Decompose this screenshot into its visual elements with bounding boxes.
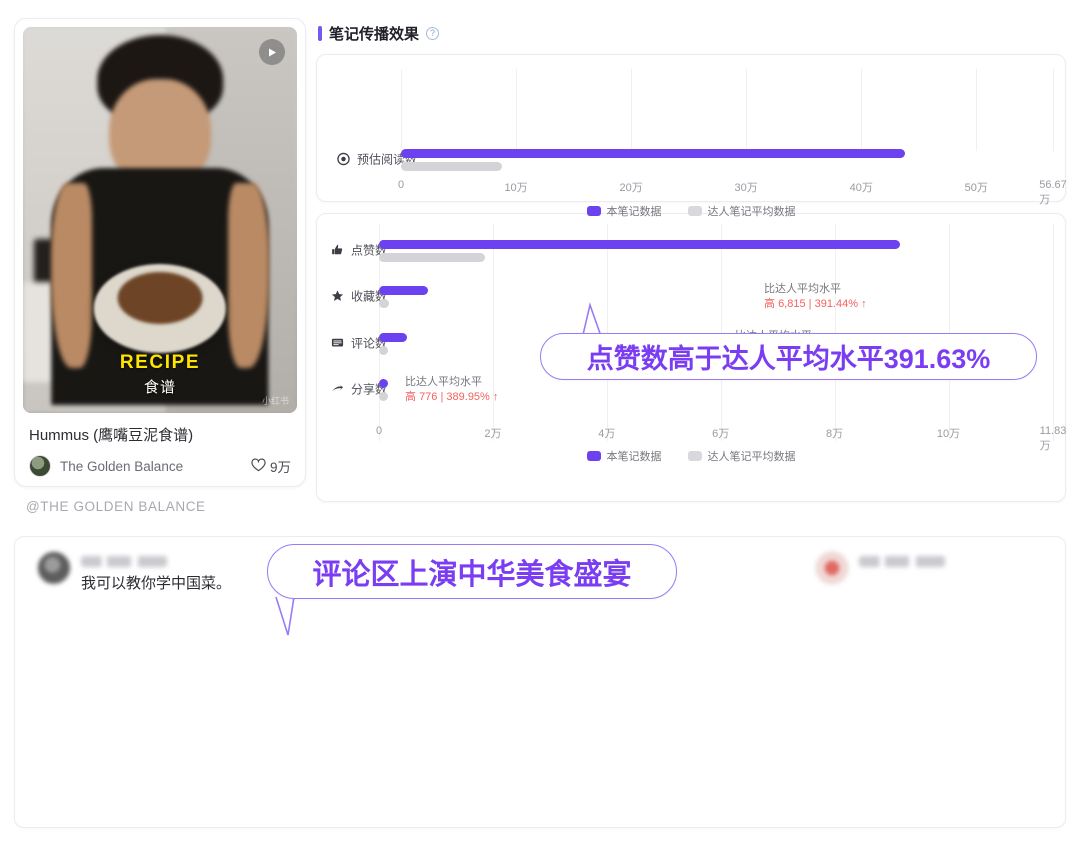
question-circle-icon[interactable]: ? [426, 26, 440, 40]
legend-swatch-avg [687, 451, 702, 461]
bar-main-reads [401, 149, 905, 158]
chart-callout-bubble: 点赞数高于达人平均水平391.63% [540, 333, 1037, 380]
star-icon [331, 290, 344, 303]
reads-chart-body: 预估阅读数 比达人平均水平 高 34.88万 | 400.00% ↑ 0 10万 [317, 55, 1067, 218]
overlay-recipe-text: RECIPE [119, 352, 201, 373]
annotation-collects: 比达人平均水平 高 6,815 | 391.44% ↑ [764, 282, 867, 312]
comment-text: 我可以教你学中国菜。 [81, 575, 232, 592]
screenshot-root: RECIPE 食谱 小红书 Hummus (鹰嘴豆泥食谱) The Golden… [0, 0, 1080, 842]
video-thumbnail[interactable]: RECIPE 食谱 小红书 [23, 27, 297, 413]
like-stat: 9万 [251, 456, 291, 476]
overlay-subtitle-text: 食谱 [143, 379, 176, 396]
avatar[interactable] [29, 455, 51, 477]
title-accent-bar [318, 25, 322, 41]
author-name[interactable]: The Golden Balance [60, 459, 251, 474]
like-count: 9万 [269, 460, 291, 475]
bar-avg-collects [379, 299, 389, 308]
bar-main-shares [379, 379, 388, 388]
annotation-value: 高 6,815 | 391.44% ↑ [764, 298, 867, 310]
comment-username [81, 556, 167, 567]
bar-avg-comments [379, 346, 388, 355]
annotation-shares: 比达人平均水平 高 776 | 389.95% ↑ [405, 375, 498, 405]
annotation-label: 比达人平均水平 [405, 376, 482, 388]
annotation-value: 高 776 | 389.95% ↑ [405, 391, 499, 403]
axis-tick: 6万 [712, 428, 730, 440]
axis-tick: 30万 [734, 182, 758, 194]
person-left-arm [51, 182, 93, 369]
axis-tick: 10万 [936, 428, 961, 440]
axis-tick: 40万 [849, 182, 873, 194]
avatar[interactable] [37, 551, 71, 585]
bar-avg-reads [401, 162, 502, 171]
thumbnail-person [51, 34, 269, 406]
bar-avg-likes [379, 253, 485, 262]
axis-tick: 0 [397, 179, 405, 191]
comment-header [815, 551, 1055, 585]
comments-bubble-tail [275, 596, 295, 636]
axis-tick: 50万 [964, 182, 988, 194]
legend-label-main: 本笔记数据 [606, 451, 662, 463]
comments-callout-bubble: 评论区上演中华美食盛宴 [267, 544, 677, 599]
legend-swatch-main [586, 451, 601, 461]
eye-icon [337, 152, 350, 166]
note-title: Hummus (鹰嘴豆泥食谱) [29, 427, 194, 444]
thumbnail-overlay-text: RECIPE 食谱 [23, 352, 297, 397]
legend-item-avg: 达人笔记平均数据 [687, 448, 796, 464]
axis-tick: 4万 [598, 428, 616, 440]
axis-tick: 2万 [484, 428, 502, 440]
note-caption: @THE GOLDEN BALANCE [26, 499, 206, 514]
food-portion [117, 271, 203, 324]
bar-main-likes [379, 240, 900, 249]
play-icon[interactable] [259, 39, 285, 65]
bar-main-collects [379, 286, 428, 295]
comment-icon [331, 337, 344, 350]
bar-main-comments [379, 333, 407, 342]
bar-avg-shares [379, 392, 388, 401]
thumbnail-watermark: 小红书 [261, 396, 289, 406]
comment-username [859, 556, 945, 567]
person-right-arm [227, 182, 269, 369]
axis-tick: 10万 [504, 182, 528, 194]
spread-effect-panel: 笔记传播效果 ? 预估阅读数 0 10万 20万 30万 40万 50万 56.… [316, 18, 1067, 502]
axis-tick: 20万 [619, 182, 643, 194]
axis-tick: 0 [375, 425, 383, 437]
legend-item-main: 本笔记数据 [586, 448, 662, 464]
note-meta: Hummus (鹰嘴豆泥食谱) The Golden Balance 9万 [15, 421, 305, 477]
share-icon [331, 383, 344, 396]
note-author-row[interactable]: The Golden Balance 9万 [29, 455, 291, 477]
thumb-up-icon [331, 244, 344, 257]
page-title: 笔记传播效果 [329, 25, 420, 43]
heart-icon [251, 457, 266, 475]
avatar[interactable] [815, 551, 849, 585]
legend-label-avg: 达人笔记平均数据 [707, 451, 796, 463]
axis-tick: 8万 [826, 428, 844, 440]
engagement-chart-legend: 本笔记数据 达人笔记平均数据 [317, 448, 1065, 464]
panel-header: 笔记传播效果 ? [316, 18, 1066, 48]
annotation-label: 比达人平均水平 [764, 283, 841, 295]
comment-item[interactable] [815, 551, 1055, 585]
note-preview-card[interactable]: RECIPE 食谱 小红书 Hummus (鹰嘴豆泥食谱) The Golden… [14, 18, 306, 487]
reads-chart-gridlines [401, 69, 1054, 151]
reads-chart-card: 预估阅读数 比达人平均水平 高 34.88万 | 400.00% ↑ 0 10万 [316, 54, 1067, 218]
